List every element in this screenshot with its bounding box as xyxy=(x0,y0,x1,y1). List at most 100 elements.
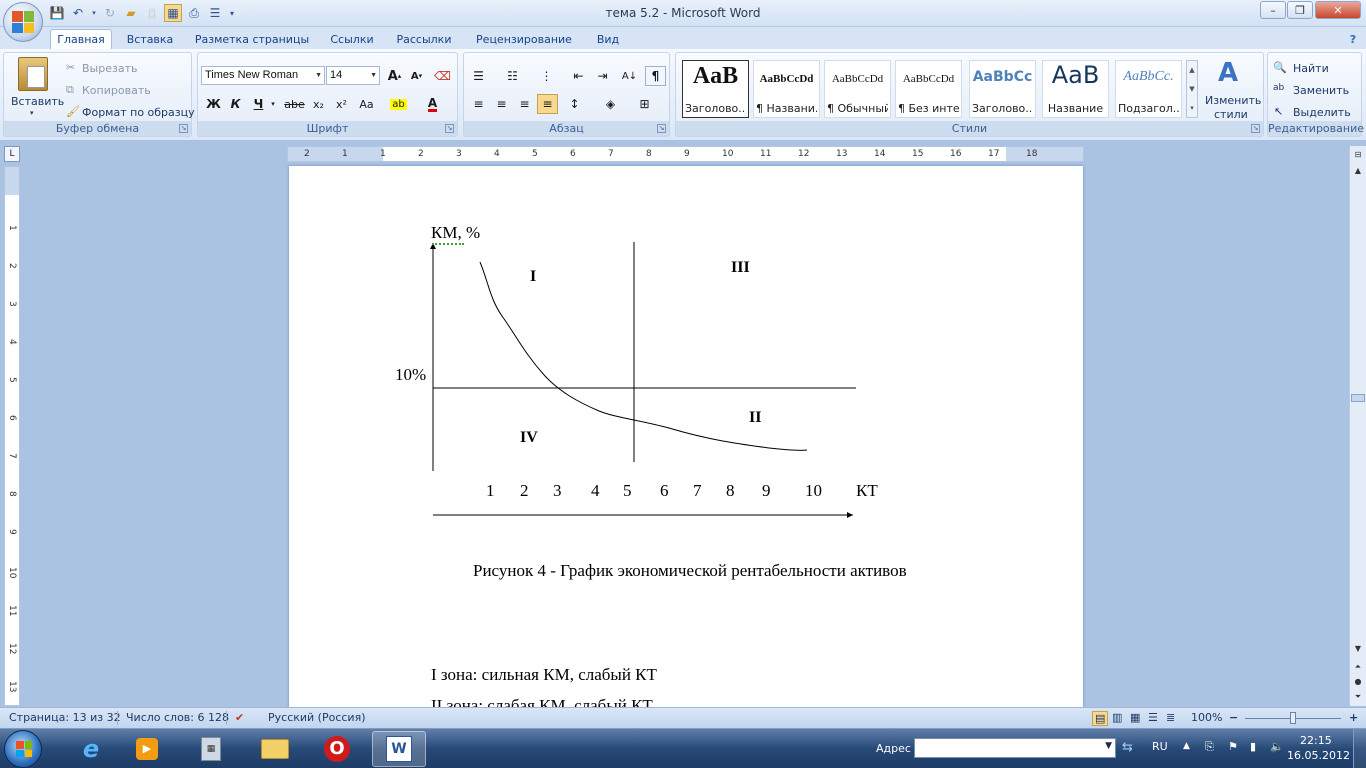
tab-insert[interactable]: Вставка xyxy=(118,29,182,49)
style-title[interactable]: AaB Название xyxy=(1042,60,1109,118)
format-painter-button[interactable]: Формат по образцу xyxy=(82,106,195,119)
justify-icon[interactable]: ≡ xyxy=(537,94,558,114)
full-screen-view-icon[interactable]: ▥ xyxy=(1112,711,1122,724)
grow-font-button[interactable]: A ▴ xyxy=(384,66,405,86)
increase-indent-icon[interactable]: ⇥ xyxy=(592,66,613,86)
browse-object-icon[interactable]: ● xyxy=(1351,675,1365,689)
close-button[interactable]: ✕ xyxy=(1315,1,1361,19)
align-left-icon[interactable]: ≡ xyxy=(468,94,489,114)
italic-button[interactable]: К xyxy=(225,94,246,114)
font-launcher-icon[interactable]: ↘ xyxy=(445,124,454,133)
subscript-button[interactable]: x₂ xyxy=(308,94,329,114)
vertical-scrollbar[interactable]: ⊟ ▲ ▼ ⏶ ● ⏷ xyxy=(1349,146,1366,706)
styles-launcher-icon[interactable]: ↘ xyxy=(1251,124,1260,133)
show-marks-button[interactable]: ¶ xyxy=(645,66,666,86)
page-count[interactable]: Страница: 13 из 32 xyxy=(9,711,121,724)
find-button[interactable]: Найти xyxy=(1293,62,1329,75)
change-styles-label-1[interactable]: Изменить xyxy=(1205,94,1261,107)
save-icon[interactable]: 💾 xyxy=(48,4,66,22)
tab-selector[interactable]: L xyxy=(4,146,20,162)
scroll-up-icon[interactable]: ▲ xyxy=(1351,164,1365,178)
horizontal-ruler[interactable]: 2 1 1 2 3 4 5 6 7 8 9 10 11 12 13 14 15 16 17 18 xyxy=(287,146,1084,162)
paste-dropdown-icon[interactable]: ▾ xyxy=(30,109,34,117)
style-title-para[interactable]: AaBbCcDd ¶ Названи... xyxy=(753,60,820,118)
cut-button[interactable]: Вырезать xyxy=(82,62,137,75)
style-normal[interactable]: AaBbCcDd ¶ Обычный xyxy=(824,60,891,118)
undo-icon[interactable]: ↶ xyxy=(69,4,87,22)
decrease-indent-icon[interactable]: ⇤ xyxy=(568,66,589,86)
word-count[interactable]: Число слов: 6 128 xyxy=(126,711,229,724)
change-styles-icon[interactable]: A xyxy=(1218,58,1238,88)
style-no-spacing[interactable]: AaBbCcDd ¶ Без инте... xyxy=(895,60,962,118)
styles-scroll[interactable]: ▲ ▼ ▾ xyxy=(1186,60,1198,118)
address-input[interactable]: ▼ xyxy=(914,738,1116,758)
change-case-button[interactable]: Aa xyxy=(356,94,377,114)
borders-icon[interactable]: ⊞ xyxy=(634,94,655,114)
font-name-combo[interactable]: Times New Roman ▼ xyxy=(201,66,325,85)
maximize-button[interactable]: ❐ xyxy=(1287,1,1313,19)
underline-button[interactable]: Ч xyxy=(248,94,269,114)
previous-page-icon[interactable]: ⏶ xyxy=(1351,660,1365,674)
opera-icon[interactable]: O xyxy=(310,731,364,767)
style-heading1[interactable]: AaB Заголово... xyxy=(682,60,749,118)
clock-time[interactable]: 22:15 xyxy=(1300,734,1332,747)
tab-page-layout[interactable]: Разметка страницы xyxy=(190,29,314,49)
font-size-combo[interactable]: 14 ▼ xyxy=(326,66,380,85)
select-button[interactable]: Выделить xyxy=(1293,106,1351,119)
device-icon[interactable]: ⎘ xyxy=(1205,740,1214,754)
document-page[interactable]: КМ, % 10% I III II IV 1 2 3 4 5 6 7 8 9 10 КТ Рис… xyxy=(289,166,1083,707)
change-styles-label-2[interactable]: стили xyxy=(1214,108,1248,121)
chevron-down-icon[interactable]: ▼ xyxy=(1105,741,1112,751)
strikethrough-button[interactable]: abe xyxy=(284,94,305,114)
scroll-thumb[interactable] xyxy=(1351,394,1365,402)
multilevel-list-icon[interactable]: ⋮ xyxy=(536,66,557,86)
bold-button[interactable]: Ж xyxy=(203,94,224,114)
zoom-in-button[interactable]: + xyxy=(1349,711,1358,724)
go-icon[interactable]: ⇆ xyxy=(1122,740,1133,755)
align-center-icon[interactable]: ≡ xyxy=(491,94,512,114)
outline-view-icon[interactable]: ☰ xyxy=(1148,711,1158,724)
undo-dropdown-icon[interactable]: ▾ xyxy=(90,4,98,22)
paste-button[interactable]: Вставить xyxy=(11,95,64,108)
zoom-level[interactable]: 100% xyxy=(1191,711,1222,724)
highlight-icon[interactable]: ab xyxy=(388,94,409,114)
show-hidden-icons[interactable]: ▲ xyxy=(1183,741,1190,751)
media-player-icon[interactable]: ▶ xyxy=(120,731,174,767)
copy-button[interactable]: Копировать xyxy=(82,84,151,97)
tab-mailings[interactable]: Рассылки xyxy=(390,29,458,49)
numbering-icon[interactable]: ☷ xyxy=(502,66,523,86)
tab-review[interactable]: Рецензирование xyxy=(468,29,580,49)
clock-date[interactable]: 16.05.2012 xyxy=(1287,749,1350,762)
zoom-out-button[interactable]: − xyxy=(1229,711,1238,724)
volume-icon[interactable]: 🔈 xyxy=(1270,740,1284,753)
new-document-icon[interactable]: ▯ xyxy=(143,4,161,22)
calculator-icon[interactable]: ▦ xyxy=(184,731,238,767)
show-desktop-button[interactable] xyxy=(1353,729,1366,768)
tab-home[interactable]: Главная xyxy=(50,29,112,49)
shrink-font-button[interactable]: A ▾ xyxy=(406,66,427,86)
print-preview-icon[interactable]: ⎙ xyxy=(185,4,203,22)
sort-icon[interactable]: A↓ xyxy=(619,66,640,86)
internet-explorer-icon[interactable]: e xyxy=(64,731,118,767)
draft-view-icon[interactable]: ≣ xyxy=(1166,711,1175,724)
office-button[interactable] xyxy=(3,2,43,42)
replace-button[interactable]: Заменить xyxy=(1293,84,1349,97)
clipboard-launcher-icon[interactable]: ↘ xyxy=(179,124,188,133)
superscript-button[interactable]: x² xyxy=(331,94,352,114)
paste-icon[interactable] xyxy=(18,57,48,91)
style-subtitle[interactable]: AaBbCc. Подзагол... xyxy=(1115,60,1182,118)
style-heading2[interactable]: AaBbCc Заголово... xyxy=(969,60,1036,118)
language-indicator[interactable]: Русский (Россия) xyxy=(268,711,366,724)
word-taskbar-icon[interactable]: W xyxy=(372,731,426,767)
tab-references[interactable]: Ссылки xyxy=(322,29,382,49)
start-button[interactable] xyxy=(4,730,42,768)
clear-formatting-icon[interactable]: ⌫ xyxy=(432,66,453,86)
customize-toolbar-icon[interactable]: ▾ xyxy=(227,4,237,22)
zoom-slider-thumb[interactable] xyxy=(1290,712,1296,724)
spellcheck-icon[interactable]: ✔ xyxy=(235,711,244,724)
vertical-ruler[interactable]: 1 2 3 4 5 6 7 8 9 10 11 12 13 xyxy=(4,166,20,706)
toolbar-options-icon[interactable]: ☰ xyxy=(206,4,224,22)
network-icon[interactable]: ▮ xyxy=(1250,740,1256,753)
web-layout-view-icon[interactable]: ▦ xyxy=(1130,711,1140,724)
underline-dropdown-icon[interactable]: ▾ xyxy=(268,94,278,114)
